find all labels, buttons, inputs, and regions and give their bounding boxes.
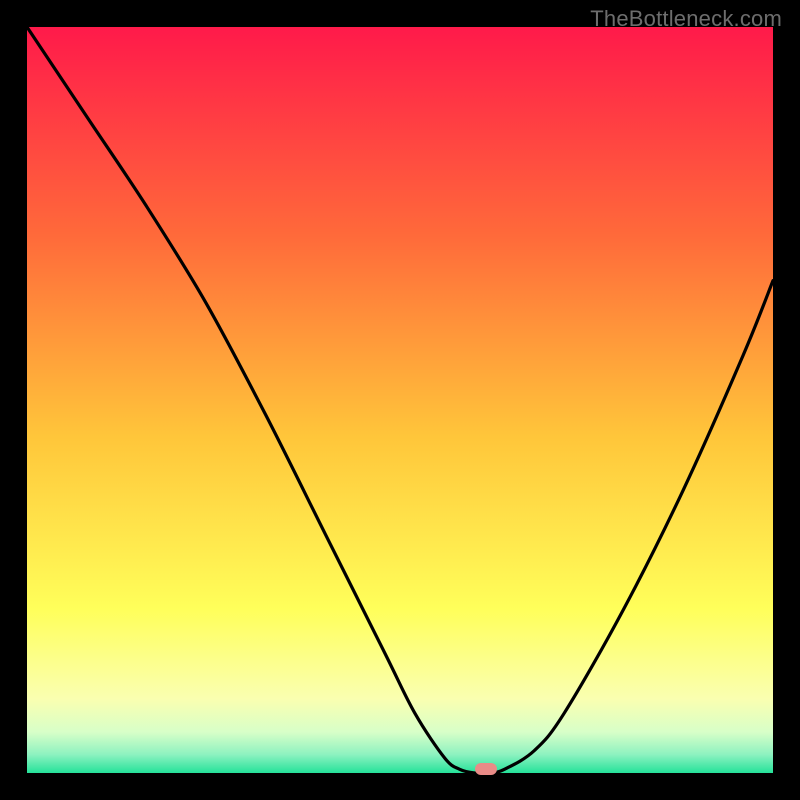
plot-area	[27, 27, 773, 773]
chart-root: TheBottleneck.com	[0, 0, 800, 800]
bottleneck-curve	[27, 27, 773, 773]
optimal-point-marker	[475, 763, 497, 775]
